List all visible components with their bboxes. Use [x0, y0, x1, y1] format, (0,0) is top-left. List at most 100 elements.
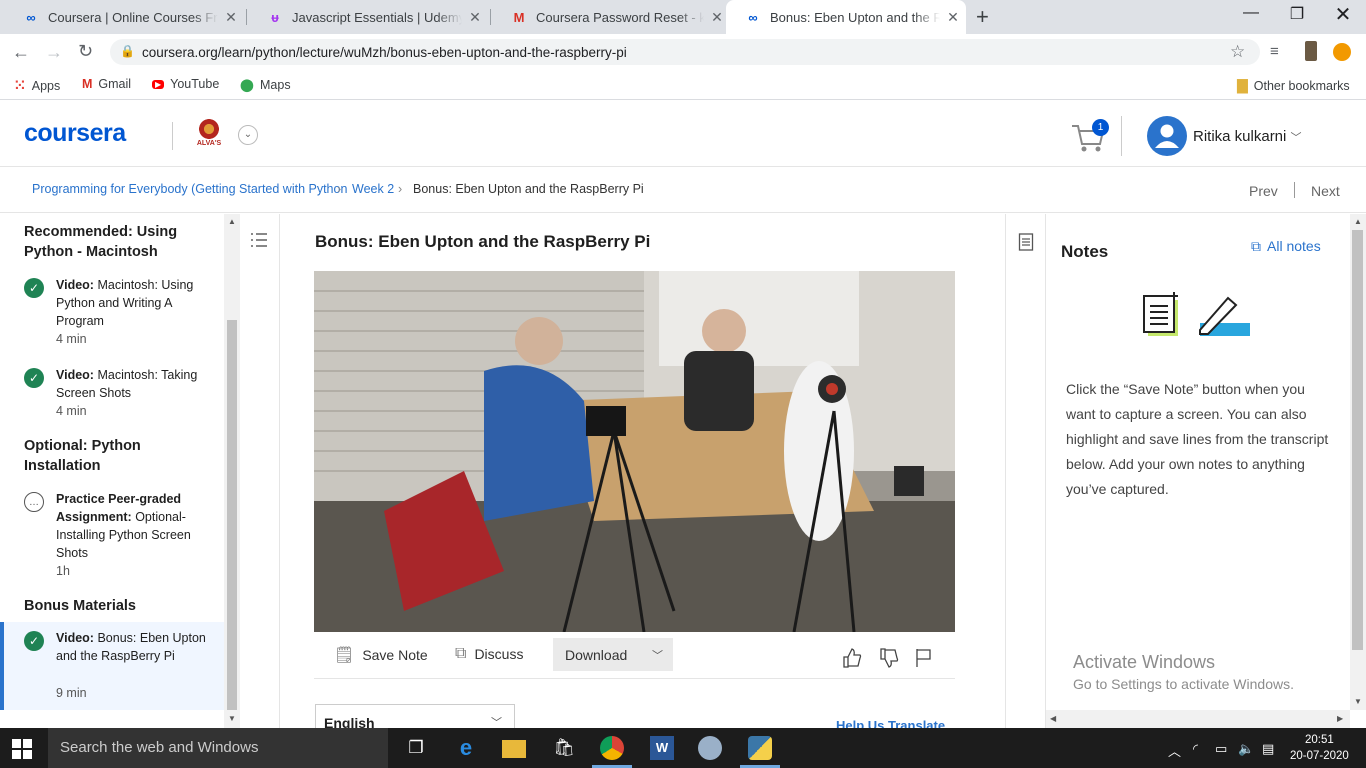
scroll-down-icon[interactable]: ▼ — [1354, 697, 1362, 706]
download-dropdown[interactable]: Download ﹀ — [553, 638, 673, 671]
close-icon[interactable]: ✕ — [940, 9, 966, 26]
coursera-icon: ∞ — [748, 9, 758, 25]
tab-udemy[interactable]: ᵾ Javascript Essentials | Udemy ✕ — [248, 0, 488, 34]
new-tab-icon[interactable]: + — [976, 4, 989, 30]
scroll-up-icon[interactable]: ▲ — [228, 217, 236, 226]
notes-scroll-thumb[interactable] — [1352, 230, 1363, 650]
notes-icon[interactable] — [1018, 233, 1034, 251]
coursera-logo[interactable]: coursera — [24, 119, 126, 148]
windows-start-icon[interactable] — [12, 739, 32, 759]
partner-logo[interactable]: ALVA'S — [192, 118, 226, 152]
taskbar-clock[interactable]: 20:51 20-07-2020 — [1290, 732, 1349, 764]
close-icon[interactable]: ✕ — [462, 9, 488, 26]
forward-icon[interactable]: → — [45, 42, 63, 63]
user-menu[interactable]: Ritika kulkarni ﹀ — [1193, 128, 1302, 145]
partner-label: ALVA'S — [196, 140, 222, 147]
bookmark-youtube[interactable]: ▶ YouTube — [152, 77, 219, 91]
header-divider — [1121, 116, 1122, 156]
thumbs-down-icon[interactable] — [879, 648, 899, 668]
sidebar-item-macintosh-using-python[interactable]: ✓ Video: Macintosh: Using Python and Wri… — [0, 276, 224, 346]
extension-icon[interactable] — [1305, 41, 1317, 61]
toc-strip — [240, 214, 280, 728]
flag-icon[interactable] — [915, 648, 933, 668]
video-player[interactable] — [314, 271, 955, 632]
breadcrumb-current: Bonus: Eben Upton and the RaspBerry Pi — [413, 182, 644, 196]
item-duration: 9 min — [56, 686, 87, 700]
chevron-down-icon[interactable]: ⌄ — [238, 125, 258, 145]
bookmark-label: YouTube — [170, 77, 220, 91]
restore-icon[interactable]: ❐ — [1274, 4, 1320, 24]
scroll-left-icon[interactable]: ◀ — [1050, 714, 1056, 723]
thumbs-up-icon[interactable] — [842, 648, 862, 668]
coursera-icon: ∞ — [26, 9, 36, 25]
item-text: Practice Peer-graded Assignment: Optiona… — [56, 490, 206, 562]
word-icon[interactable]: W — [650, 736, 674, 760]
sidebar-item-macintosh-screen-shots[interactable]: ✓ Video: Macintosh: Taking Screen Shots … — [0, 366, 224, 418]
prev-next-divider — [1294, 182, 1295, 198]
scroll-right-icon[interactable]: ▶ — [1337, 714, 1343, 723]
save-note-button[interactable]: 🗒 Save Note — [334, 645, 428, 665]
reload-icon[interactable]: ↻ — [78, 41, 93, 62]
section-heading: Optional: Python Installation — [24, 438, 141, 474]
chevron-up-icon[interactable]: ︿ — [1168, 741, 1181, 760]
user-name: Ritika kulkarni — [1193, 128, 1287, 145]
scroll-down-icon[interactable]: ▼ — [228, 714, 236, 723]
volume-icon[interactable]: 🔈 — [1238, 741, 1254, 757]
sidebar-scroll-thumb[interactable] — [227, 320, 237, 710]
notes-illustration-icon — [1143, 292, 1250, 336]
bookmark-apps[interactable]: ⁙ Apps — [14, 77, 60, 94]
partner-emblem-icon — [197, 118, 221, 140]
tab-lecture[interactable]: ∞ Bonus: Eben Upton and the Rasp ✕ — [726, 0, 966, 34]
external-link-icon: ⧉ — [1251, 238, 1261, 254]
watermark-subtitle: Go to Settings to activate Windows. — [1073, 676, 1294, 692]
bookmark-maps[interactable]: ⬤ Maps — [240, 77, 291, 93]
notifications-icon[interactable]: ▤ — [1262, 741, 1274, 757]
tab-gmail[interactable]: M Coursera Password Reset - kulkarn ✕ — [492, 0, 730, 34]
youtube-icon: ▶ — [152, 79, 165, 89]
paint-icon[interactable] — [698, 736, 722, 760]
prev-button[interactable]: Prev — [1249, 183, 1278, 199]
all-notes-link[interactable]: ⧉ All notes — [1251, 238, 1321, 255]
folder-icon: ▇ — [1237, 77, 1248, 93]
profile-icon[interactable] — [1333, 43, 1351, 61]
discuss-button[interactable]: ⧉ Discuss — [455, 645, 523, 663]
reading-list-icon[interactable]: ≡ — [1270, 43, 1279, 60]
lock-icon[interactable]: 🔒 — [120, 44, 135, 58]
file-explorer-icon[interactable] — [502, 740, 526, 758]
maps-pin-icon: ⬤ — [240, 78, 254, 92]
tab-coursera-home[interactable]: ∞ Coursera | Online Courses From T ✕ — [4, 0, 244, 34]
section-heading: Recommended: Using Python - Macintosh — [24, 224, 178, 260]
close-icon[interactable]: ✕ — [218, 9, 244, 26]
bookmark-label: Other bookmarks — [1253, 78, 1350, 93]
chrome-icon[interactable] — [600, 736, 624, 760]
minimize-icon[interactable]: — — [1228, 4, 1274, 22]
gmail-icon: M — [82, 77, 93, 91]
lecture-title: Bonus: Eben Upton and the RaspBerry Pi — [315, 232, 651, 251]
checkmark-icon: ✓ — [24, 368, 44, 388]
bookmark-star-icon[interactable]: ☆ — [1230, 42, 1245, 62]
sidebar-item-peer-assignment[interactable]: … Practice Peer-graded Assignment: Optio… — [0, 490, 224, 582]
breadcrumb-course-link[interactable]: Programming for Everybody (Getting Start… — [32, 182, 347, 196]
battery-icon[interactable]: ▭ — [1215, 741, 1227, 757]
scroll-up-icon[interactable]: ▲ — [1354, 217, 1362, 226]
sidebar-item-bonus-video[interactable]: ✓ Video: Bonus: Eben Upton and the RaspB… — [0, 622, 224, 710]
avatar[interactable] — [1147, 116, 1187, 156]
notes-horizontal-scrollbar[interactable] — [1046, 710, 1350, 728]
back-icon[interactable]: ← — [12, 42, 30, 63]
video-frame — [314, 271, 955, 632]
edge-icon[interactable]: e — [454, 736, 478, 760]
window-close-icon[interactable]: ✕ — [1320, 2, 1366, 27]
next-button[interactable]: Next — [1311, 183, 1340, 199]
breadcrumb-week-link[interactable]: Week 2 — [352, 182, 394, 196]
list-icon[interactable] — [250, 232, 268, 248]
note-icon: 🗒 — [334, 647, 355, 664]
taskbar-search-input[interactable]: Search the web and Windows — [48, 728, 388, 768]
python-icon[interactable] — [748, 736, 772, 760]
store-icon[interactable]: 🛍 — [552, 736, 576, 760]
wifi-icon[interactable]: ◜ — [1193, 741, 1198, 757]
bookmark-gmail[interactable]: M Gmail — [82, 77, 131, 91]
other-bookmarks[interactable]: ▇ Other bookmarks — [1237, 77, 1350, 94]
activate-windows-watermark: Activate Windows Go to Settings to activ… — [1073, 652, 1294, 692]
task-view-icon[interactable]: ❐ — [404, 736, 428, 760]
url-text[interactable]: coursera.org/learn/python/lecture/wuMzh/… — [142, 45, 627, 60]
